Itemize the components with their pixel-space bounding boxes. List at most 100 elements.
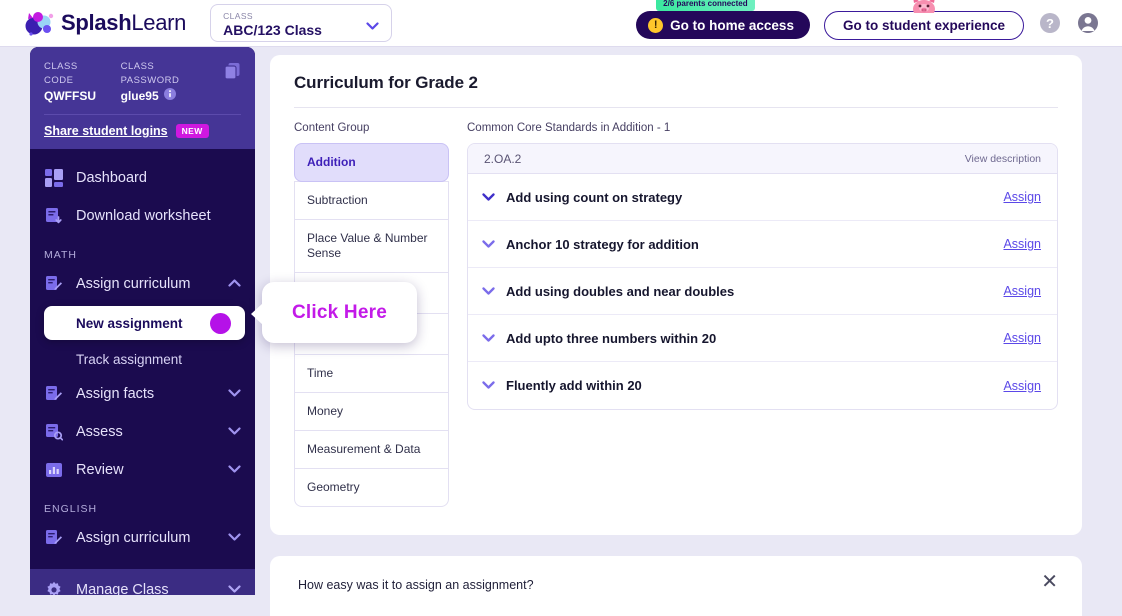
sidebar-item-label: Review xyxy=(76,462,124,478)
assign-link[interactable]: Assign xyxy=(1003,379,1041,393)
help-icon[interactable]: ? xyxy=(1038,11,1062,35)
warning-icon: ! xyxy=(648,18,663,33)
chevron-down-icon[interactable] xyxy=(482,287,495,296)
sidebar-item-label: Manage Class xyxy=(76,582,169,595)
sidebar-item-manage-class[interactable]: Manage Class xyxy=(30,569,255,595)
chevron-down-icon xyxy=(366,18,379,36)
chevron-down-icon[interactable] xyxy=(482,240,495,249)
sidebar-subitem-label: New assignment xyxy=(76,316,183,331)
standard-row[interactable]: Add upto three numbers within 20 Assign xyxy=(468,315,1057,362)
copy-icon[interactable] xyxy=(224,62,241,85)
chevron-up-icon[interactable] xyxy=(228,276,241,292)
sidebar-subitem-new-assignment[interactable]: New assignment xyxy=(44,306,245,340)
click-target-dot[interactable] xyxy=(210,313,231,334)
class-password-value: glue95 xyxy=(121,88,159,104)
tooltip-label: Click Here xyxy=(292,302,387,324)
content-group-item-subtraction[interactable]: Subtraction xyxy=(294,181,449,220)
assess-icon xyxy=(44,423,64,441)
share-student-logins-link[interactable]: Share student logins xyxy=(44,124,168,138)
standard-row[interactable]: Add using count on strategy Assign xyxy=(468,174,1057,221)
view-description-link[interactable]: View description xyxy=(965,153,1041,165)
standard-row[interactable]: Add using doubles and near doubles Assig… xyxy=(468,268,1057,315)
standards-card: 2.OA.2 View description Add using count … xyxy=(467,143,1058,410)
standard-row[interactable]: Fluently add within 20 Assign xyxy=(468,362,1057,409)
sidebar-item-label: Assign curriculum xyxy=(76,276,190,292)
chevron-down-icon[interactable] xyxy=(482,381,495,390)
standard-name: Add using doubles and near doubles xyxy=(506,284,734,299)
download-worksheet-icon xyxy=(44,207,64,225)
parents-connected-badge: 2/6 parents connected xyxy=(656,0,754,11)
logo-splash: Splash xyxy=(61,10,131,35)
class-code-block: CLASS CODE QWFFSU xyxy=(44,60,105,104)
standard-row[interactable]: Anchor 10 strategy for addition Assign xyxy=(468,221,1057,268)
assign-curriculum-icon xyxy=(44,275,64,293)
sidebar-item-label: Assign curriculum xyxy=(76,530,190,546)
student-experience-label: Go to student experience xyxy=(843,18,1005,33)
info-icon[interactable] xyxy=(164,88,176,104)
class-password-label: CLASS PASSWORD xyxy=(121,60,208,88)
content-group-item-measurement-data[interactable]: Measurement & Data xyxy=(294,430,449,469)
profile-icon[interactable] xyxy=(1076,11,1100,35)
home-access-label: Go to home access xyxy=(670,18,794,33)
standard-name: Fluently add within 20 xyxy=(506,378,642,393)
sidebar-item-assess[interactable]: Assess xyxy=(30,413,255,451)
splashlearn-logo-icon xyxy=(25,9,55,37)
assign-link[interactable]: Assign xyxy=(1003,284,1041,298)
logo-wordmark: SplashLearn xyxy=(61,10,186,36)
standard-code: 2.OA.2 xyxy=(484,152,521,166)
splashlearn-logo[interactable]: SplashLearn xyxy=(25,9,186,37)
chevron-down-icon[interactable] xyxy=(228,530,241,546)
divider xyxy=(44,114,241,115)
standard-name: Add upto three numbers within 20 xyxy=(506,331,716,346)
class-selector-label: CLASS xyxy=(223,11,381,22)
class-credentials-box: CLASS CODE QWFFSU CLASS PASSWORD glue95 xyxy=(30,47,255,149)
content-group-item-addition[interactable]: Addition xyxy=(294,143,449,182)
app-header: SplashLearn CLASS ABC/123 Class 2/6 pare… xyxy=(0,0,1122,47)
go-to-student-experience-button[interactable]: Go to student experience xyxy=(824,11,1024,40)
assign-link[interactable]: Assign xyxy=(1003,237,1041,251)
logo-learn: Learn xyxy=(131,10,186,35)
sidebar-item-dashboard[interactable]: Dashboard xyxy=(30,159,255,197)
content-group-item-place-value[interactable]: Place Value & Number Sense xyxy=(294,219,449,273)
content-group-item-time[interactable]: Time xyxy=(294,354,449,393)
header-actions: 2/6 parents connected ! Go to home acces… xyxy=(636,7,1100,40)
chevron-down-icon[interactable] xyxy=(482,334,495,343)
content-group-item-geometry[interactable]: Geometry xyxy=(294,468,449,507)
chevron-down-icon[interactable] xyxy=(228,386,241,402)
svg-text:?: ? xyxy=(1046,16,1054,31)
chevron-down-icon[interactable] xyxy=(228,462,241,478)
sidebar-item-assign-facts[interactable]: Assign facts xyxy=(30,375,255,413)
class-selector-value: ABC/123 Class xyxy=(223,22,381,38)
class-password-block: CLASS PASSWORD glue95 xyxy=(121,60,208,104)
standard-name: Add using count on strategy xyxy=(506,190,682,205)
class-code-value: QWFFSU xyxy=(44,88,105,104)
assign-facts-icon xyxy=(44,385,64,403)
sidebar-item-download-worksheet[interactable]: Download worksheet xyxy=(30,197,255,235)
standard-name: Anchor 10 strategy for addition xyxy=(506,237,699,252)
content-group-item-money[interactable]: Money xyxy=(294,392,449,431)
chevron-down-icon[interactable] xyxy=(482,193,495,202)
sidebar-section-math: MATH xyxy=(30,235,255,265)
click-here-tooltip: Click Here xyxy=(262,282,417,343)
class-password-value-row: glue95 xyxy=(121,88,208,104)
chevron-down-icon[interactable] xyxy=(228,582,241,595)
go-to-home-access-button[interactable]: 2/6 parents connected ! Go to home acces… xyxy=(636,11,810,39)
assign-link[interactable]: Assign xyxy=(1003,190,1041,204)
sidebar-item-label: Download worksheet xyxy=(76,208,211,224)
class-selector[interactable]: CLASS ABC/123 Class xyxy=(210,4,392,42)
sidebar-item-math-assign-curriculum[interactable]: Assign curriculum xyxy=(30,265,255,303)
sidebar-item-label: Assess xyxy=(76,424,123,440)
sidebar-item-label: Assign facts xyxy=(76,386,154,402)
sidebar-item-review[interactable]: Review xyxy=(30,451,255,489)
share-student-logins-row[interactable]: Share student logins NEW xyxy=(44,124,241,138)
sidebar-item-english-assign-curriculum[interactable]: Assign curriculum xyxy=(30,519,255,557)
sidebar-subitem-label: Track assignment xyxy=(76,352,182,367)
close-icon[interactable]: ✕ xyxy=(1041,572,1058,592)
sidebar-section-english: ENGLISH xyxy=(30,489,255,519)
assign-link[interactable]: Assign xyxy=(1003,331,1041,345)
sidebar-subitem-track-assignment[interactable]: Track assignment xyxy=(30,343,255,375)
sidebar-item-label: Dashboard xyxy=(76,170,147,186)
assign-curriculum-icon xyxy=(44,529,64,547)
chevron-down-icon[interactable] xyxy=(228,424,241,440)
review-icon xyxy=(44,461,64,479)
